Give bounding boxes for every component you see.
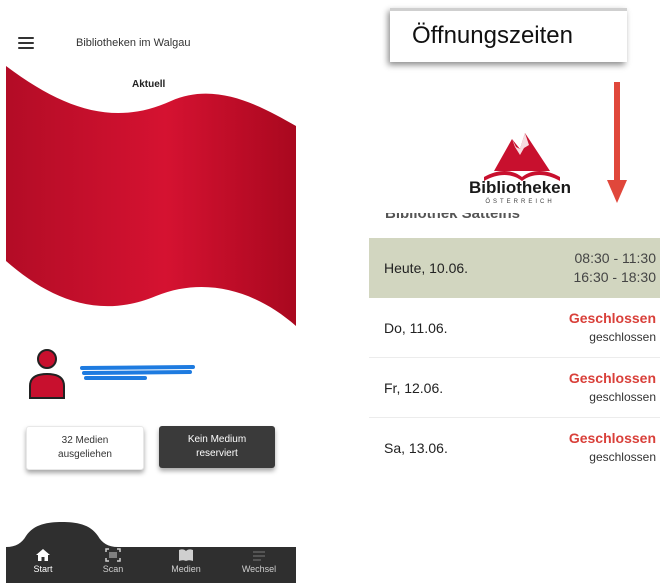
hours-day: Heute, 10.06. [384, 260, 469, 276]
closed-status: Geschlossen [568, 369, 656, 386]
switch-icon [253, 551, 265, 561]
hours-day: Do, 11.06. [384, 319, 448, 336]
hours-times: Geschlossen geschlossen [569, 429, 656, 467]
nav-start-label: Start [33, 564, 53, 574]
redacted-username [80, 365, 195, 380]
borrowed-label: ausgeliehen [58, 449, 112, 460]
callout-label: Öffnungszeiten [390, 8, 627, 62]
down-arrow-icon [607, 82, 627, 203]
nav-wechsel[interactable]: Wechsel [224, 548, 294, 574]
hours-day: Fr, 12.06. [384, 379, 444, 396]
hours-row: Fr, 12.06. Geschlossen geschlossen [369, 358, 660, 418]
austrian-flag-banner [6, 66, 296, 326]
nav-medien-label: Medien [171, 564, 201, 574]
closed-note: geschlossen [589, 449, 656, 464]
bottom-navigation: Start Scan Medien Wechsel [6, 520, 296, 583]
app-title: Bibliotheken im Walgau [76, 37, 191, 49]
home-icon [36, 549, 50, 561]
reserved-media-button[interactable]: Kein Medium reserviert [159, 426, 275, 468]
scan-icon [105, 548, 121, 562]
hours-day: Sa, 13.06. [384, 439, 448, 456]
hours-time-2: 16:30 - 18:30 [573, 269, 656, 285]
logo-subtitle: ÖSTERREICH [485, 199, 555, 205]
book-icon [179, 549, 193, 561]
opening-hours-table: Heute, 10.06. 08:30 - 11:30 16:30 - 18:3… [369, 238, 660, 477]
library-name-cut: Bibliothek Satteins [370, 213, 660, 227]
hours-row: Sa, 13.06. Geschlossen geschlossen [369, 418, 660, 477]
closed-status: Geschlossen [568, 309, 656, 326]
nav-wechsel-label: Wechsel [241, 564, 277, 574]
reserved-count-label: Kein Medium [187, 434, 247, 445]
nav-scan[interactable]: Scan [78, 548, 148, 574]
borrowed-media-button[interactable]: 32 Medien ausgeliehen [26, 426, 144, 470]
hours-row-today: Heute, 10.06. 08:30 - 11:30 16:30 - 18:3… [369, 238, 660, 298]
closed-note: geschlossen [589, 329, 656, 344]
hours-time-1: 08:30 - 11:30 [574, 250, 656, 266]
reserved-label: reserviert [196, 448, 238, 459]
user-icon [29, 349, 65, 399]
borrowed-count-label: 32 Medien [61, 435, 109, 446]
library-name: Bibliothek Satteins [385, 213, 521, 222]
section-title: Aktuell [132, 79, 166, 90]
hours-times: 08:30 - 11:30 16:30 - 18:30 [573, 249, 656, 287]
hours-times: Geschlossen geschlossen [569, 369, 656, 407]
closed-status: Geschlossen [568, 429, 656, 446]
nav-start[interactable]: Start [8, 548, 78, 574]
logo-name: Bibliotheken [468, 178, 571, 197]
nav-scan-label: Scan [102, 564, 124, 574]
nav-medien[interactable]: Medien [151, 548, 221, 574]
hours-row: Do, 11.06. Geschlossen geschlossen [369, 298, 660, 358]
hours-times: Geschlossen geschlossen [569, 309, 656, 347]
closed-note: geschlossen [589, 389, 656, 404]
menu-icon[interactable] [18, 37, 34, 49]
